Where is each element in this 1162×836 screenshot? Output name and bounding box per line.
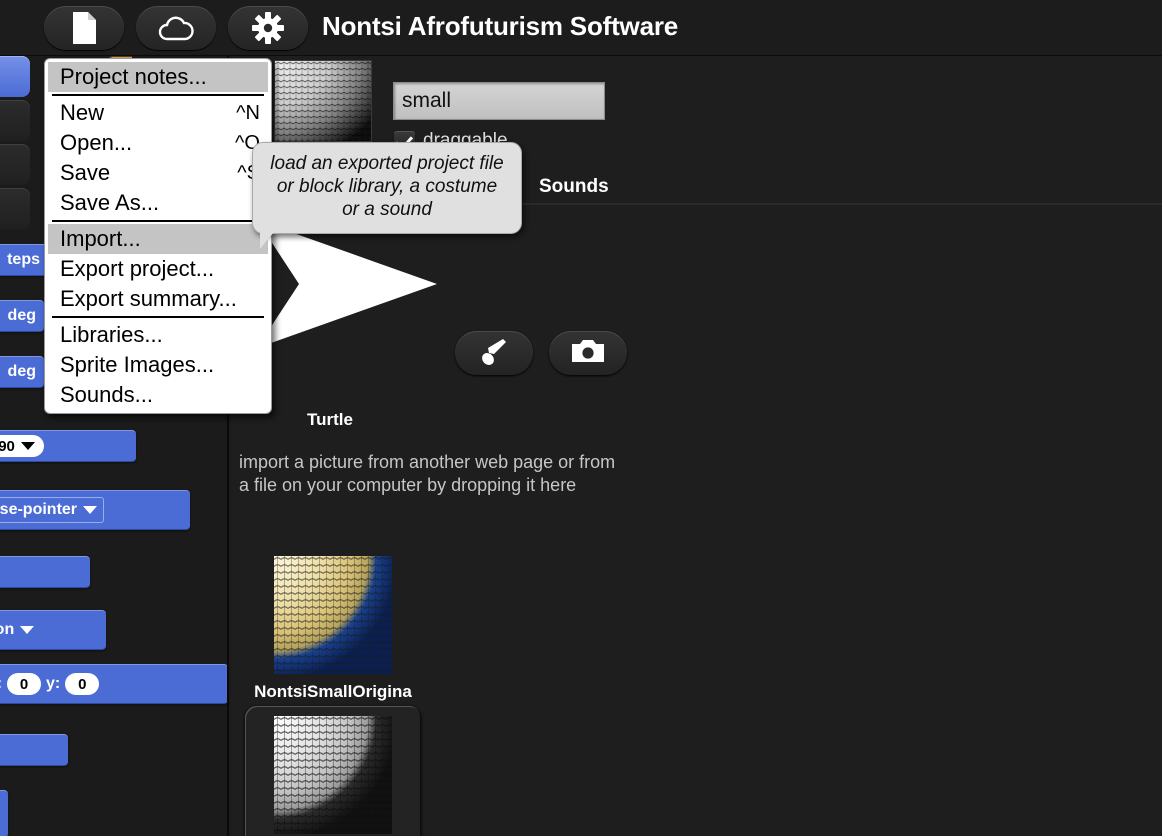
settings-menu-button[interactable]: [228, 6, 308, 50]
tooltip-tail: [260, 231, 274, 249]
menu-item-export-project[interactable]: Export project...: [48, 254, 268, 284]
menu-separator: [52, 316, 264, 318]
menu-item-open[interactable]: Open... ^O: [48, 128, 268, 158]
category-sensing[interactable]: [0, 144, 30, 185]
sprite-name-input[interactable]: small: [393, 82, 605, 120]
costumes-list-pane[interactable]: Turtle import a picture from another web…: [231, 206, 1162, 836]
block-go-to-position[interactable]: position: [0, 610, 106, 650]
file-menu-button[interactable]: [44, 6, 124, 50]
costume-card-selected[interactable]: NontsiSmall: [245, 706, 421, 836]
block-label: cs to x:: [0, 675, 2, 693]
costume-thumbnail: [274, 716, 392, 834]
tab-sounds[interactable]: Sounds: [517, 170, 631, 204]
chevron-down-icon[interactable]: [83, 506, 98, 514]
block-point-in-direction[interactable]: ction 90: [0, 430, 136, 462]
menu-item-new[interactable]: New ^N: [48, 98, 268, 128]
file-dropdown-menu[interactable]: Project notes... New ^N Open... ^O Save …: [44, 58, 272, 414]
block-glide-to-xy[interactable]: cs to x: 0 y: 0: [0, 664, 227, 704]
towards-dropdown[interactable]: mouse-pointer: [0, 497, 105, 523]
turtle-costume-label: Turtle: [307, 410, 353, 429]
costume-card[interactable]: NontsiSmallOrigina: [245, 546, 421, 731]
x-input[interactable]: 0: [7, 673, 42, 695]
category-buttons-left: [0, 56, 30, 232]
costume-item[interactable]: NontsiSmall: [245, 706, 421, 836]
y-input[interactable]: 0: [65, 673, 100, 695]
app-title: Nontsi Afrofuturism Software: [322, 11, 679, 41]
category-operators[interactable]: [0, 188, 30, 229]
block-label: teps: [7, 251, 40, 268]
cloud-icon: [157, 15, 195, 41]
block-label: deg: [7, 307, 36, 324]
menu-item-libraries[interactable]: Libraries...: [48, 320, 268, 350]
chevron-down-icon[interactable]: [20, 442, 35, 450]
camera-icon: [572, 338, 604, 369]
menu-separator: [52, 94, 264, 96]
menu-item-sounds[interactable]: Sounds...: [48, 380, 268, 410]
gear-icon: [252, 12, 284, 44]
block-go-to-xy[interactable]: y: 0: [0, 556, 90, 588]
paint-new-costume-button[interactable]: [455, 331, 533, 375]
block-label-y: y:: [46, 675, 61, 692]
drop-hint-text: import a picture from another web page o…: [239, 452, 616, 495]
block-point-towards[interactable]: s mouse-pointer: [0, 490, 190, 530]
app-window: Nontsi Afrofuturism Software teps deg de…: [0, 0, 1162, 836]
chevron-down-icon[interactable]: [20, 626, 35, 634]
turtle-arrow-icon: [251, 214, 441, 359]
menu-item-tooltip: load an exported project file or block l…: [252, 142, 522, 249]
block-move-steps[interactable]: teps: [0, 244, 48, 276]
menu-item-save[interactable]: Save ^S: [48, 158, 268, 188]
cloud-menu-button[interactable]: [136, 6, 216, 50]
costume-name: NontsiSmallOrigina: [254, 682, 412, 701]
costume-item[interactable]: NontsiSmallOrigina: [245, 546, 421, 731]
camera-new-costume-button[interactable]: [549, 331, 627, 375]
menu-item-export-summary[interactable]: Export summary...: [48, 284, 268, 314]
position-dropdown[interactable]: position: [0, 617, 41, 643]
menu-item-project-notes[interactable]: Project notes...: [48, 62, 268, 92]
category-control[interactable]: [0, 100, 30, 141]
paintbrush-icon: [479, 336, 509, 371]
block-set-x-to[interactable]: [0, 790, 8, 836]
top-toolbar: Nontsi Afrofuturism Software: [0, 0, 1162, 56]
menu-item-save-as[interactable]: Save As...: [48, 188, 268, 218]
menu-item-sprite-images[interactable]: Sprite Images...: [48, 350, 268, 380]
block-label: deg: [7, 363, 36, 380]
block-turn-left-deg[interactable]: deg: [0, 356, 44, 388]
direction-input[interactable]: 90: [0, 435, 44, 457]
costume-thumbnail: [274, 556, 392, 674]
menu-separator: [52, 220, 264, 222]
menu-item-import[interactable]: Import...: [48, 224, 268, 254]
category-motion[interactable]: [0, 56, 30, 97]
page-icon: [71, 11, 97, 45]
block-turn-right-deg[interactable]: deg: [0, 300, 44, 332]
block-change-x-by[interactable]: 10: [0, 734, 68, 766]
sprite-thumbnail[interactable]: [274, 60, 372, 142]
